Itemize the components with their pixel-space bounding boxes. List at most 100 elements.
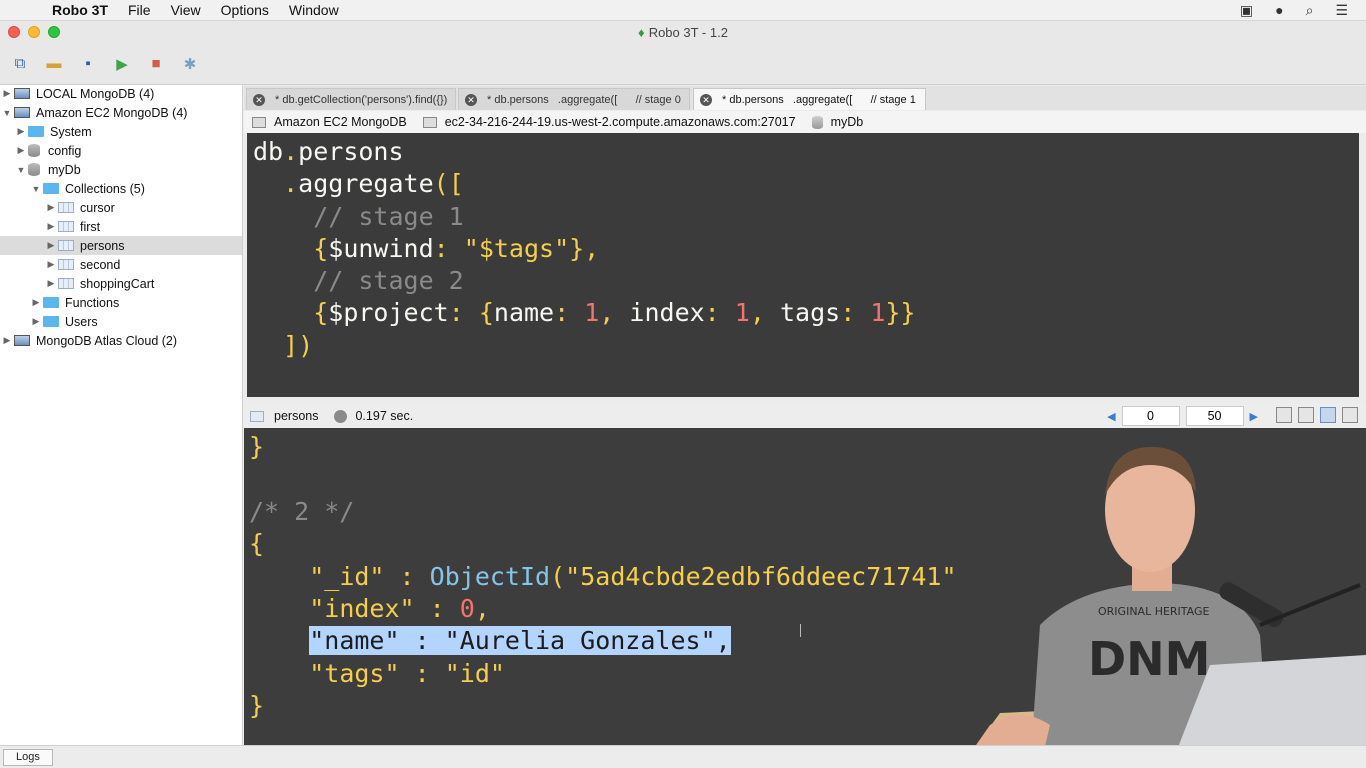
tree-item-cursor[interactable]: ▶ cursor xyxy=(0,198,242,217)
connection-info-bar: Amazon EC2 MongoDB ec2-34-216-244-19.us-… xyxy=(244,111,1366,133)
server-name: Amazon EC2 MongoDB xyxy=(274,115,407,129)
collection-icon xyxy=(58,278,74,289)
expand-arrow-icon[interactable]: ▶ xyxy=(44,240,58,251)
tree-item-collections[interactable]: ▼ Collections (5) xyxy=(0,179,242,198)
tree-item-system[interactable]: ▶ System xyxy=(0,122,242,141)
expand-arrow-icon[interactable]: ▶ xyxy=(29,316,43,327)
user-icon[interactable]: ● xyxy=(1275,2,1283,19)
selected-name-line[interactable]: "name" : "Aurelia Gonzales", xyxy=(309,626,731,656)
collection-icon xyxy=(58,202,74,213)
previous-page-icon[interactable]: ◀ xyxy=(1107,410,1115,423)
search-icon[interactable]: ⌕ xyxy=(1306,2,1314,19)
tree-item-label: Functions xyxy=(65,295,120,310)
svg-text:ORIGINAL HERITAGE: ORIGINAL HERITAGE xyxy=(1098,605,1210,618)
logs-button[interactable]: Logs xyxy=(3,749,53,766)
menu-app-name[interactable]: Robo 3T xyxy=(52,2,108,18)
menu-options[interactable]: Options xyxy=(221,2,269,18)
save-icon[interactable]: ▪ xyxy=(78,54,98,74)
tab-find-persons[interactable]: ✕ * db.getCollection('persons').find({}) xyxy=(246,88,456,110)
close-tab-icon[interactable]: ✕ xyxy=(700,93,712,106)
tab-label: * db.persons .aggregate([ // stage 0 xyxy=(487,93,681,106)
next-page-icon[interactable]: ▶ xyxy=(1250,410,1258,423)
tree-item-persons[interactable]: ▶ persons xyxy=(0,236,242,255)
menu-view[interactable]: View xyxy=(171,2,201,18)
tree-item-mydb[interactable]: ▼ myDb xyxy=(0,160,242,179)
database-icon xyxy=(811,115,823,129)
close-tab-icon[interactable]: ✕ xyxy=(253,93,265,106)
collection-icon xyxy=(58,240,74,251)
tree-item-label: myDb xyxy=(48,162,81,177)
tree-item-label: Users xyxy=(65,314,98,329)
window-title: ♦ Robo 3T - 1.2 xyxy=(0,25,1366,40)
query-time: 0.197 sec. xyxy=(355,409,414,423)
main-toolbar: ⧉ ▬ ▪ ▶ ■ ✱ xyxy=(0,43,1366,85)
text-view-icon[interactable] xyxy=(1320,407,1336,423)
stop-icon[interactable]: ■ xyxy=(146,54,166,74)
tree-item-users[interactable]: ▶ Users xyxy=(0,312,242,331)
tree-item-functions[interactable]: ▶ Functions xyxy=(0,293,242,312)
connect-icon[interactable]: ⧉ xyxy=(10,54,30,74)
menu-window[interactable]: Window xyxy=(289,2,339,18)
collapse-arrow-icon[interactable]: ▼ xyxy=(0,108,14,118)
tab-aggregate-stage-1[interactable]: ✕ * db.persons .aggregate([ // stage 1 xyxy=(693,88,926,110)
tree-item-label: shoppingCart xyxy=(80,276,155,291)
object-id-value: 5ad4cbde2edbf6ddeec71741 xyxy=(580,561,942,591)
tab-label: * db.persons .aggregate([ // stage 1 xyxy=(722,93,916,106)
document-comment: /* 2 */ xyxy=(249,496,355,526)
folder-icon xyxy=(43,297,59,308)
tree-item-atlas-cloud[interactable]: ▶ MongoDB Atlas Cloud (2) xyxy=(0,331,242,350)
tree-item-label: Collections (5) xyxy=(65,181,145,196)
list-icon[interactable]: ☰ xyxy=(1335,2,1348,19)
expand-arrow-icon[interactable]: ▶ xyxy=(44,202,58,213)
database-info: myDb xyxy=(811,115,864,129)
tree-item-first[interactable]: ▶ first xyxy=(0,217,242,236)
video-icon[interactable]: ▣ xyxy=(1240,2,1253,19)
tree-item-config[interactable]: ▶ config xyxy=(0,141,242,160)
host-info: ec2-34-216-244-19.us-west-2.compute.amaz… xyxy=(422,115,796,129)
menu-file[interactable]: File xyxy=(128,2,151,18)
query-editor[interactable]: db.persons .aggregate([ // stage 1 {$unw… xyxy=(247,133,1359,397)
view-mode-buttons xyxy=(1276,407,1358,423)
host-icon xyxy=(422,116,437,128)
mac-menu-bar: Robo 3T File View Options Window ▣ ● ⌕ ☰ xyxy=(0,0,1366,21)
tree-view-icon[interactable] xyxy=(1276,407,1292,423)
expand-arrow-icon[interactable]: ▶ xyxy=(0,88,14,99)
window-title-text: Robo 3T - 1.2 xyxy=(648,25,728,40)
tree-item-shoppingcart[interactable]: ▶ shoppingCart xyxy=(0,274,242,293)
skip-input[interactable] xyxy=(1121,406,1180,426)
format-icon[interactable]: ✱ xyxy=(180,54,200,74)
tree-item-amazon-ec2[interactable]: ▼ Amazon EC2 MongoDB (4) xyxy=(0,103,242,122)
tree-item-label: config xyxy=(48,143,82,158)
database-name: myDb xyxy=(830,115,864,129)
collection-icon xyxy=(58,259,74,270)
custom-view-icon[interactable] xyxy=(1342,407,1358,423)
folder-icon xyxy=(28,126,44,137)
tab-aggregate-stage-0[interactable]: ✕ * db.persons .aggregate([ // stage 0 xyxy=(458,88,690,110)
robo3t-leaf-icon: ♦ xyxy=(638,25,645,40)
expand-arrow-icon[interactable]: ▶ xyxy=(0,335,14,346)
expand-arrow-icon[interactable]: ▶ xyxy=(29,297,43,308)
table-view-icon[interactable] xyxy=(1298,407,1314,423)
svg-text:DNM: DNM xyxy=(1088,632,1210,686)
text-cursor-icon xyxy=(800,624,802,637)
host-address: ec2-34-216-244-19.us-west-2.compute.amaz… xyxy=(444,115,796,129)
expand-arrow-icon[interactable]: ▶ xyxy=(44,278,58,289)
menubar-status-icons: ▣ ● ⌕ ☰ xyxy=(1240,2,1348,19)
expand-arrow-icon[interactable]: ▶ xyxy=(44,259,58,270)
window-title-bar: ♦ Robo 3T - 1.2 xyxy=(0,21,1366,43)
tree-item-local-mongodb[interactable]: ▶ LOCAL MongoDB (4) xyxy=(0,85,242,103)
result-collection-name: persons xyxy=(274,409,319,423)
collection-icon xyxy=(250,410,264,422)
close-tab-icon[interactable]: ✕ xyxy=(465,93,477,106)
collapse-arrow-icon[interactable]: ▼ xyxy=(29,184,43,194)
limit-input[interactable] xyxy=(1185,406,1244,426)
collapse-arrow-icon[interactable]: ▼ xyxy=(14,165,28,175)
execute-icon[interactable]: ▶ xyxy=(112,54,132,74)
expand-arrow-icon[interactable]: ▶ xyxy=(14,126,28,137)
open-folder-icon[interactable]: ▬ xyxy=(44,54,64,74)
tree-item-second[interactable]: ▶ second xyxy=(0,255,242,274)
tab-label: * db.getCollection('persons').find({}) xyxy=(275,93,448,106)
expand-arrow-icon[interactable]: ▶ xyxy=(14,145,28,156)
expand-arrow-icon[interactable]: ▶ xyxy=(44,221,58,232)
presenter-image: DNM ORIGINAL HERITAGE xyxy=(960,435,1366,768)
